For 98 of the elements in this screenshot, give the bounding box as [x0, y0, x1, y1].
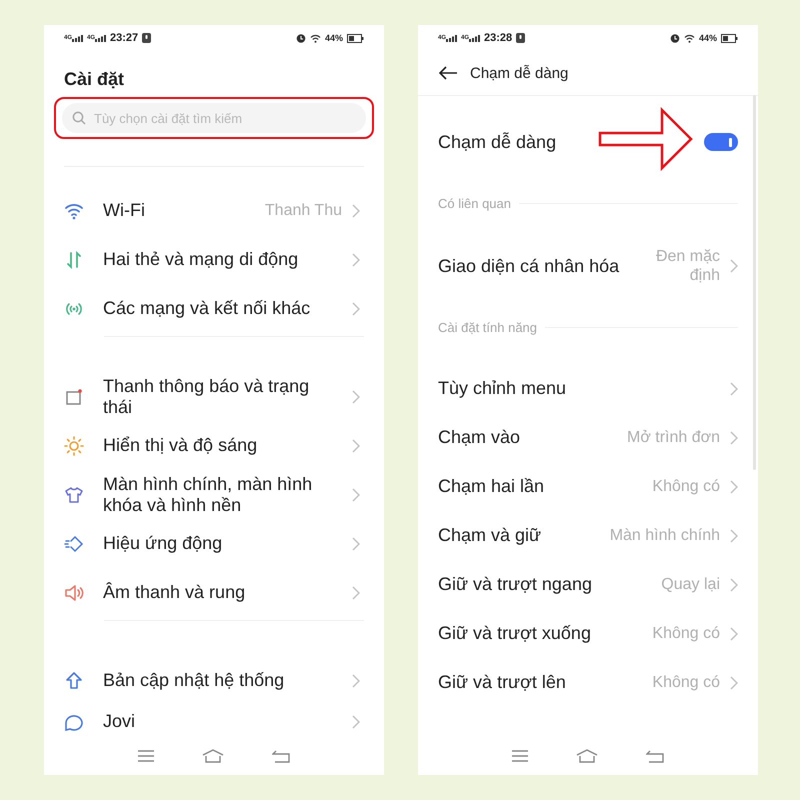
motion-icon	[64, 534, 84, 554]
settings-row[interactable]: Giữ và trượt ngang Quay lại	[418, 560, 758, 609]
settings-row[interactable]: Hiệu ứng động	[44, 519, 384, 568]
chevron-icon	[730, 578, 738, 592]
header-title: Chạm dễ dàng	[470, 64, 568, 82]
row-label: Âm thanh và rung	[103, 582, 246, 603]
row-value: Màn hình chính	[610, 526, 720, 545]
status-time: 23:27	[110, 32, 138, 44]
row-label: Các mạng và kết nối khác	[103, 298, 312, 319]
sun-icon	[64, 436, 84, 456]
chevron-icon	[352, 586, 360, 600]
toggle-switch[interactable]	[704, 133, 738, 151]
settings-row[interactable]: Hiển thị và độ sáng	[44, 421, 384, 470]
chevron-icon	[352, 488, 360, 502]
notification-icon	[64, 386, 84, 406]
settings-row[interactable]: Wi-Fi Thanh Thu	[44, 186, 384, 235]
row-value: Không có	[652, 477, 720, 496]
chevron-icon	[730, 626, 738, 640]
settings-row[interactable]: Chạm và giữ Màn hình chính	[418, 511, 758, 560]
settings-row[interactable]: Chạm hai lần Không có	[418, 462, 758, 511]
row-label: Tùy chỉnh menu	[438, 378, 568, 399]
section-heading: Có liên quan	[438, 196, 511, 210]
battery-icon	[347, 34, 364, 42]
settings-row[interactable]: Âm thanh và rung	[44, 568, 384, 617]
settings-row[interactable]: Tùy chỉnh menu	[418, 364, 758, 413]
chevron-icon	[352, 302, 360, 316]
row-label: Chạm vào	[438, 427, 522, 448]
row-label: Giữ và trượt ngang	[438, 574, 593, 595]
speaker-icon	[64, 582, 84, 602]
settings-row[interactable]: Hai thẻ và mạng di động	[44, 235, 384, 284]
row-value: Mở trình đơn	[626, 428, 720, 447]
alarm-icon	[670, 33, 680, 43]
chevron-icon	[730, 430, 738, 444]
row-label: Giao diện cá nhân hóa	[438, 256, 620, 276]
settings-row[interactable]: Jovi	[44, 711, 384, 737]
chevron-icon	[730, 382, 738, 396]
toggle-label: Chạm dễ dàng	[438, 132, 558, 152]
search-field[interactable]: Tùy chọn cài đặt tìm kiếm	[62, 103, 366, 133]
chevron-icon	[352, 715, 360, 729]
row-value: Đen mặc định	[654, 247, 720, 285]
alarm-icon	[296, 33, 306, 43]
settings-row[interactable]: Giữ và trượt xuống Không có	[418, 609, 758, 658]
battery-percent: 44%	[324, 33, 343, 43]
chevron-icon	[730, 259, 738, 273]
settings-row[interactable]: Màn hình chính, màn hình khóa và hình nền	[44, 470, 384, 519]
back-icon[interactable]	[646, 750, 664, 762]
signal-icon	[469, 34, 480, 42]
settings-row[interactable]: Giao diện cá nhân hóa Đen mặc định	[418, 218, 758, 314]
chevron-icon	[352, 204, 360, 218]
row-label: Chạm hai lần	[438, 476, 546, 497]
row-label: Jovi	[103, 711, 136, 732]
notification-badge-icon	[142, 33, 152, 43]
shirt-icon	[64, 484, 84, 504]
chevron-icon	[352, 438, 360, 452]
settings-row[interactable]: Chạm vào Mở trình đơn	[418, 413, 758, 462]
row-label: Giữ và trượt lên	[438, 672, 567, 693]
chevron-icon	[730, 528, 738, 542]
row-label: Thanh thông báo và trạng thái	[103, 376, 310, 418]
battery-icon	[721, 34, 738, 42]
home-icon[interactable]	[202, 749, 224, 763]
settings-row[interactable]: Bản cập nhật hệ thống	[44, 656, 384, 705]
row-label: Hai thẻ và mạng di động	[103, 249, 300, 270]
settings-row[interactable]: Các mạng và kết nối khác	[44, 284, 384, 333]
row-label: Hiệu ứng động	[103, 533, 224, 554]
chevron-icon	[730, 480, 738, 494]
row-label: Hiển thị và độ sáng	[103, 435, 258, 456]
notification-badge-icon	[516, 33, 526, 43]
home-icon[interactable]	[576, 749, 598, 763]
chevron-icon	[352, 252, 360, 266]
row-value: Không có	[652, 673, 720, 692]
wifi-status-icon	[684, 34, 695, 42]
row-value: Quay lại	[661, 575, 720, 594]
row-label: Chạm và giữ	[438, 525, 542, 546]
settings-row[interactable]: Thanh thông báo và trạng thái	[44, 372, 384, 421]
battery-percent: 44%	[698, 33, 717, 43]
row-label: Giữ và trượt xuống	[438, 623, 592, 644]
row-label: Màn hình chính, màn hình khóa và hình nền	[103, 474, 314, 516]
row-label: Bản cập nhật hệ thống	[103, 670, 286, 691]
signal-icon	[446, 34, 458, 42]
row-value: Không có	[652, 624, 720, 643]
up-arrow-icon	[64, 670, 84, 690]
chevron-icon	[352, 390, 360, 404]
menu-icon[interactable]	[138, 750, 154, 762]
back-arrow-icon[interactable]	[438, 66, 458, 80]
chevron-icon	[352, 536, 360, 550]
chevron-icon	[730, 676, 738, 690]
chevron-icon	[352, 674, 360, 688]
menu-icon[interactable]	[512, 750, 528, 762]
status-time: 23:28	[484, 32, 512, 44]
signal-icon	[95, 34, 106, 42]
row-label: Wi-Fi	[103, 200, 146, 221]
section-heading: Cài đặt tính năng	[438, 320, 538, 334]
wifi-status-icon	[310, 34, 321, 42]
row-value: Thanh Thu	[264, 201, 342, 220]
settings-row[interactable]: Giữ và trượt lên Không có	[418, 658, 758, 707]
signal-icon	[72, 34, 84, 42]
page-title: Cài đặt	[63, 68, 126, 91]
back-icon[interactable]	[272, 750, 290, 762]
